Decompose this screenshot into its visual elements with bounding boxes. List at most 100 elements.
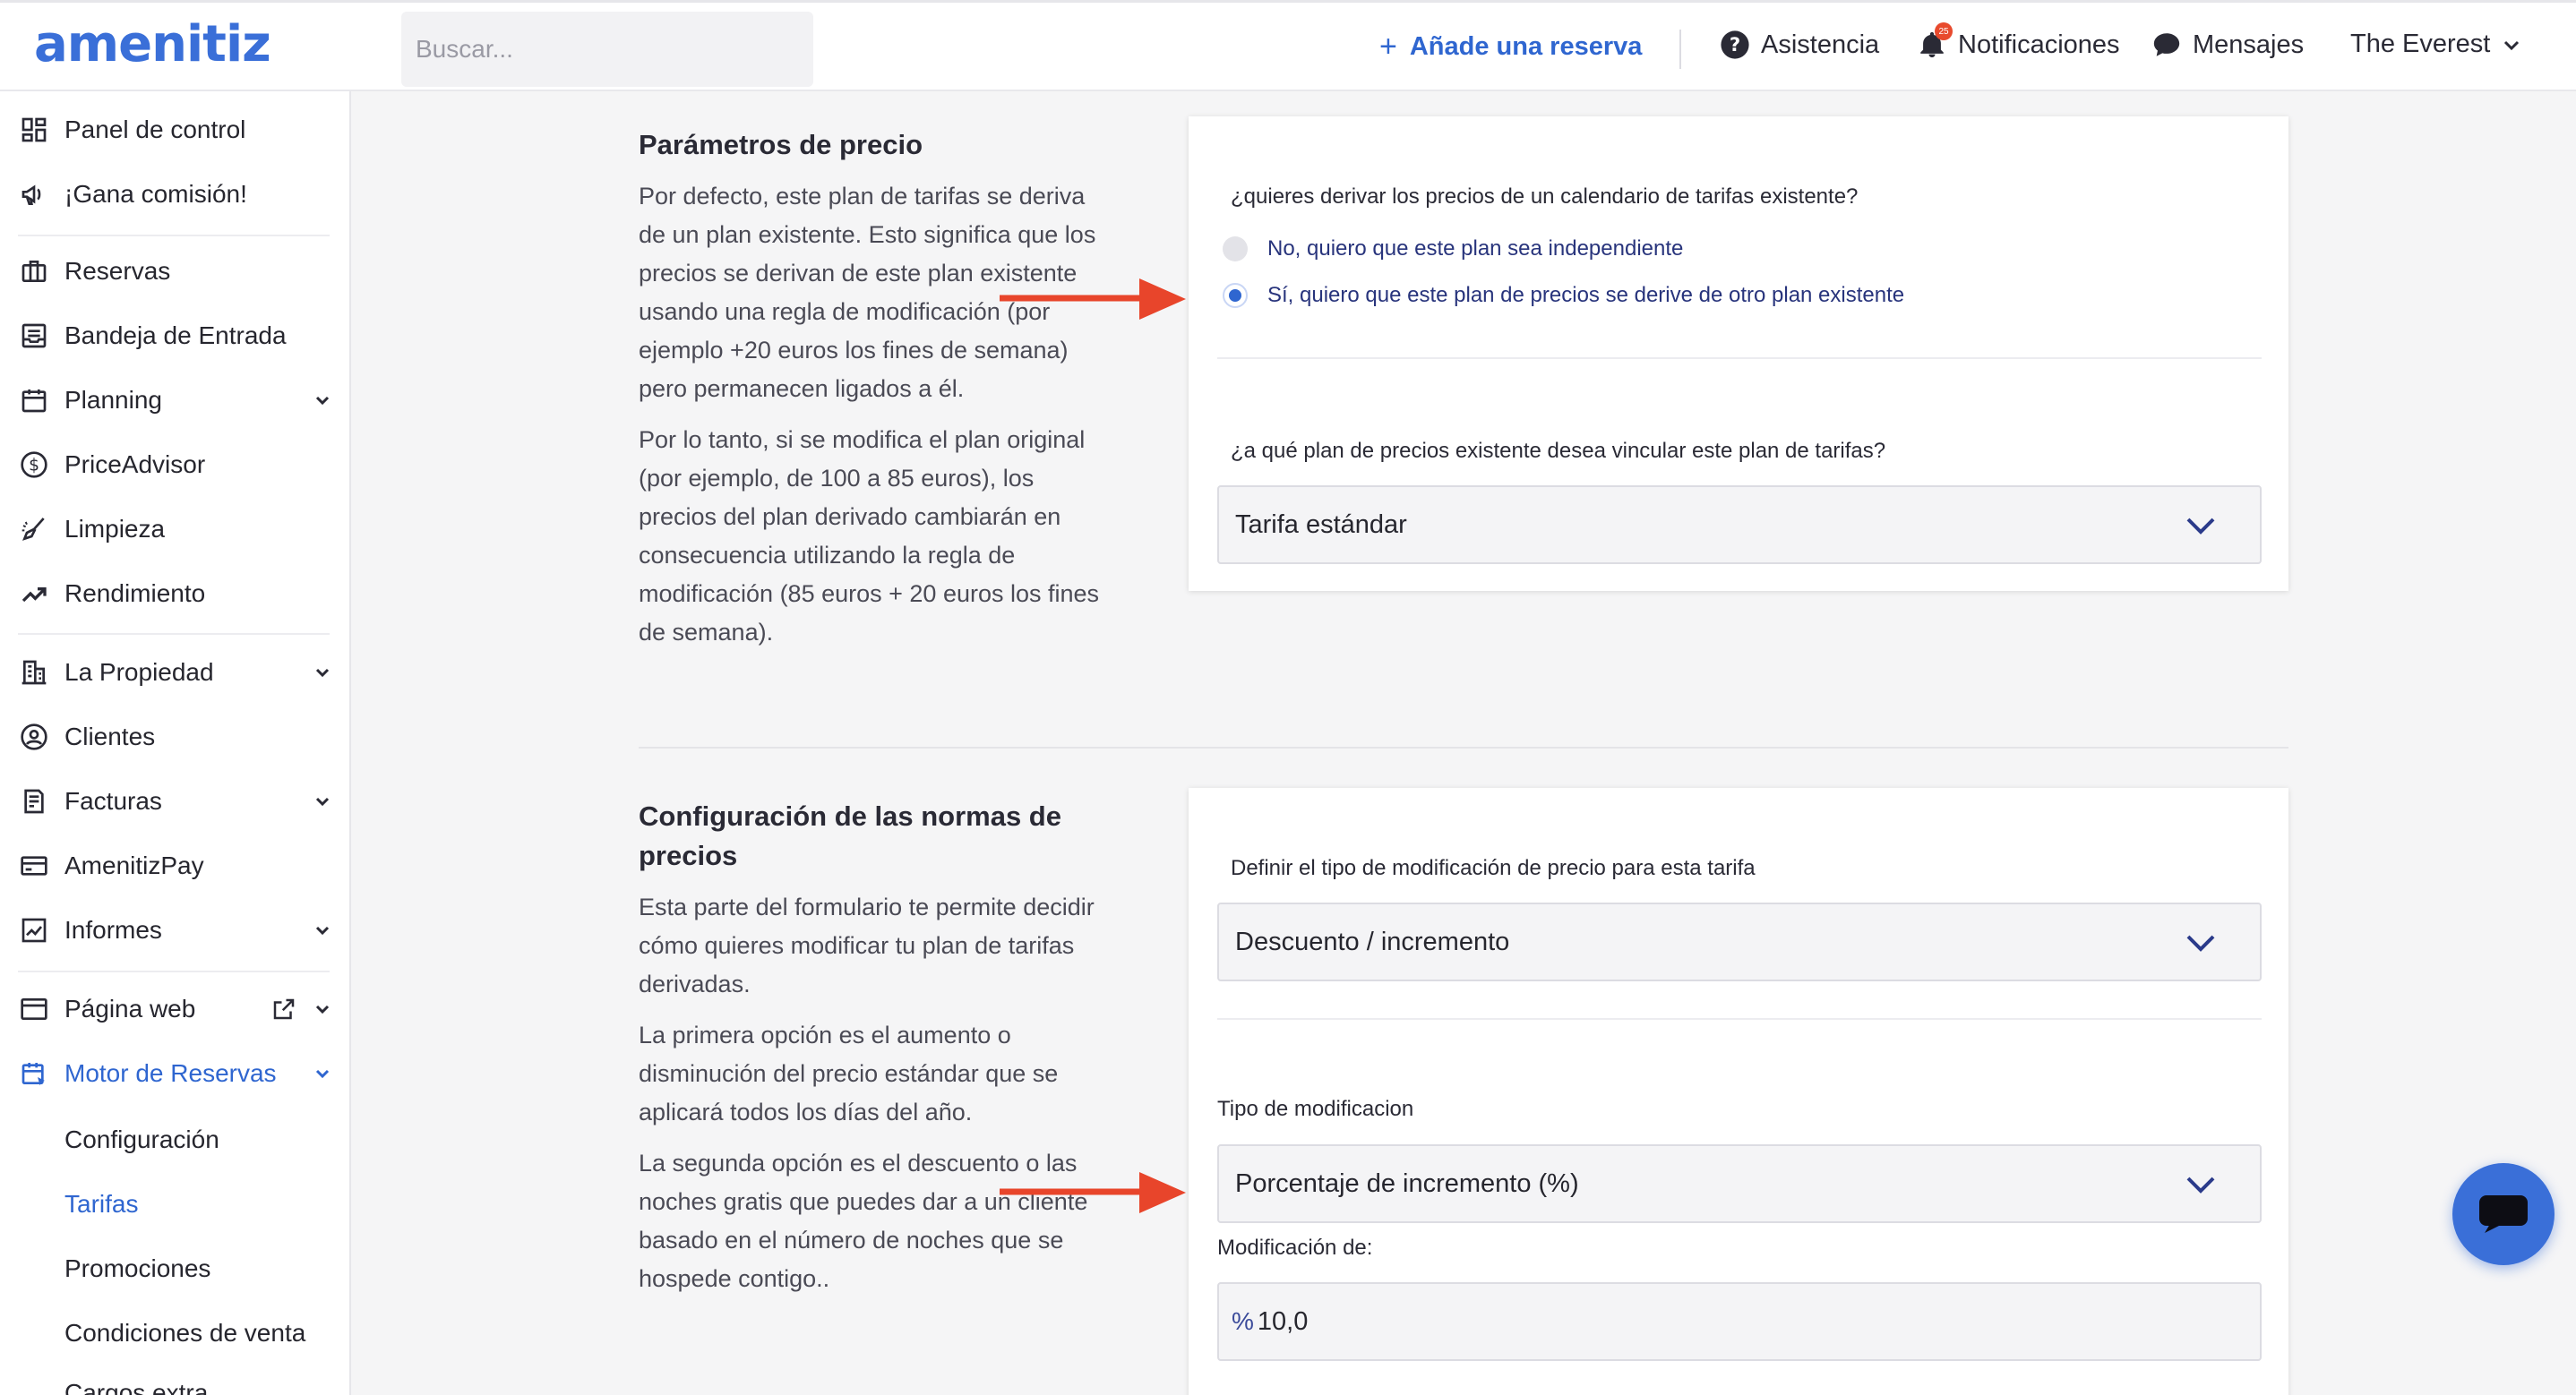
chat-bubble-icon xyxy=(2153,33,2180,56)
dollar-circle-icon: $ xyxy=(18,449,50,481)
messages-button[interactable]: Mensajes xyxy=(2151,30,2304,60)
sidebar-item-website[interactable]: Página web xyxy=(18,987,333,1031)
sidebar-item-earn-commission[interactable]: ¡Gana comisión! xyxy=(18,172,333,217)
sidebar-item-label: Informes xyxy=(64,916,162,944)
browser-icon xyxy=(18,993,50,1025)
mod-type-question: Definir el tipo de modificación de preci… xyxy=(1231,856,1756,880)
add-reservation-label: Añade una reserva xyxy=(1409,32,1643,61)
amenitiz-logo[interactable]: amenitiz xyxy=(34,15,271,73)
mod-kind-select[interactable]: Porcentaje de incremento (%) xyxy=(1217,1144,2262,1223)
chevron-down-icon xyxy=(315,668,330,678)
chevron-down-icon xyxy=(315,926,330,936)
mod-amount-input[interactable]: % 10,0 xyxy=(1217,1282,2262,1361)
notifications-label: Notificaciones xyxy=(1958,30,2120,59)
question-circle-icon: ? xyxy=(1721,30,1749,59)
price-params-desc-2: Por lo tanto, si se modifica el plan ori… xyxy=(639,426,1100,646)
top-bar: amenitiz + Añade una reserva ? Asistenci… xyxy=(0,0,2576,91)
megaphone-icon xyxy=(18,178,50,210)
sidebar-item-priceadvisor[interactable]: $ PriceAdvisor xyxy=(18,442,333,487)
mod-type-select[interactable]: Descuento / incremento xyxy=(1217,903,2262,981)
sidebar-divider xyxy=(18,235,330,236)
annotation-arrow-icon xyxy=(1000,278,1186,320)
inbox-icon xyxy=(18,320,50,352)
radio-derived[interactable]: Sí, quiero que este plan de precios se d… xyxy=(1223,283,1904,308)
sidebar-item-invoices[interactable]: Facturas xyxy=(18,779,333,824)
sidebar-subitem-extra-charges[interactable]: Cargos extra xyxy=(64,1374,208,1395)
chevron-down-icon xyxy=(315,1005,330,1014)
radio-derived-label: Sí, quiero que este plan de precios se d… xyxy=(1267,283,1905,307)
rules-desc-1: Esta parte del formulario te permite dec… xyxy=(639,894,1095,997)
rules-config-title: Configuración de las normas de precios xyxy=(639,800,1061,871)
booking-engine-icon xyxy=(18,1057,50,1090)
sidebar-divider xyxy=(18,633,330,635)
mod-kind-value: Porcentaje de incremento (%) xyxy=(1235,1168,1579,1198)
calendar-icon xyxy=(18,384,50,416)
help-button[interactable]: ? Asistencia xyxy=(1720,30,1879,60)
price-params-description: Por defecto, este plan de tarifas se der… xyxy=(639,177,1104,652)
building-icon xyxy=(18,656,50,689)
property-selector[interactable]: The Everest xyxy=(2350,30,2522,59)
sidebar-item-reservations[interactable]: Reservas xyxy=(18,249,333,294)
sidebar-item-dashboard[interactable]: Panel de control xyxy=(18,107,333,152)
svg-text:$: $ xyxy=(29,457,39,475)
sidebar-subitem-promotions[interactable]: Promociones xyxy=(64,1249,210,1288)
sidebar-item-label: Panel de control xyxy=(64,116,246,143)
chat-widget-button[interactable] xyxy=(2452,1163,2555,1265)
sidebar-item-property[interactable]: La Propiedad xyxy=(18,650,333,695)
sidebar-subitem-rates[interactable]: Tarifas xyxy=(64,1185,138,1224)
topbar-divider xyxy=(1679,30,1681,69)
svg-text:?: ? xyxy=(1730,34,1740,56)
sidebar-item-label: Facturas xyxy=(64,787,162,815)
sidebar-item-planning[interactable]: Planning xyxy=(18,378,333,423)
sidebar-item-label: Motor de Reservas xyxy=(64,1059,277,1087)
chevron-down-icon xyxy=(315,797,330,807)
invoice-icon xyxy=(18,785,50,817)
chevron-down-icon xyxy=(315,1069,330,1079)
sidebar-item-booking-engine[interactable]: Motor de Reservas xyxy=(18,1051,333,1096)
chat-icon xyxy=(2479,1195,2528,1233)
help-label: Asistencia xyxy=(1761,30,1880,59)
derive-question: ¿quieres derivar los precios de un calen… xyxy=(1231,184,1859,209)
radio-button-unchecked[interactable] xyxy=(1223,236,1248,261)
sidebar-item-cleaning[interactable]: Limpieza xyxy=(18,507,333,552)
broom-icon xyxy=(18,513,50,545)
chevron-down-icon xyxy=(315,396,330,406)
sidebar-item-performance[interactable]: Rendimiento xyxy=(18,571,333,616)
sidebar-item-label: Planning xyxy=(64,386,162,414)
sidebar-item-label: Página web xyxy=(64,995,196,1023)
price-params-title: Parámetros de precio xyxy=(639,129,923,160)
percent-prefix: % xyxy=(1232,1307,1254,1335)
sidebar-item-label: Clientes xyxy=(64,723,156,750)
linked-plan-select[interactable]: Tarifa estándar xyxy=(1217,485,2262,564)
chevron-down-icon xyxy=(2186,518,2215,535)
notifications-button[interactable]: 25 Notificaciones xyxy=(1917,22,2120,60)
radio-independent-label: No, quiero que este plan sea independien… xyxy=(1267,236,1684,261)
sidebar-subitem-configuration[interactable]: Configuración xyxy=(64,1120,219,1160)
notification-badge: 25 xyxy=(1935,22,1953,40)
annotation-arrow-icon xyxy=(1000,1172,1186,1213)
trend-up-icon xyxy=(18,578,50,610)
rules-desc-3: La segunda opción es el descuento o las … xyxy=(639,1150,1088,1292)
chevron-down-icon xyxy=(2186,1177,2215,1194)
sidebar-item-label: Reservas xyxy=(64,257,171,285)
sidebar-item-amenitizpay[interactable]: AmenitizPay xyxy=(18,843,333,888)
chevron-down-icon xyxy=(2504,40,2520,50)
sidebar-item-label: La Propiedad xyxy=(64,658,214,686)
sidebar-divider xyxy=(18,971,330,972)
search-input[interactable] xyxy=(401,12,813,87)
sidebar-item-reports[interactable]: Informes xyxy=(18,908,333,953)
sidebar-item-label: Limpieza xyxy=(64,515,166,543)
mod-amount-value: 10,0 xyxy=(1257,1306,1309,1336)
property-name: The Everest xyxy=(2350,30,2491,58)
external-link-icon[interactable] xyxy=(270,996,297,1023)
sidebar-item-clients[interactable]: Clientes xyxy=(18,715,333,759)
radio-button-checked[interactable] xyxy=(1223,283,1248,308)
mod-amount-label: Modificación de: xyxy=(1217,1236,1373,1260)
sidebar-item-label: Rendimiento xyxy=(64,579,206,607)
radio-independent[interactable]: No, quiero que este plan sea independien… xyxy=(1223,236,1683,261)
card-icon xyxy=(18,850,50,882)
sidebar-subitem-sales-conditions[interactable]: Condiciones de venta xyxy=(64,1314,305,1353)
add-reservation-button[interactable]: + Añade una reserva xyxy=(1379,30,1642,64)
sidebar-item-inbox[interactable]: Bandeja de Entrada xyxy=(18,313,333,358)
chart-icon xyxy=(18,914,50,946)
